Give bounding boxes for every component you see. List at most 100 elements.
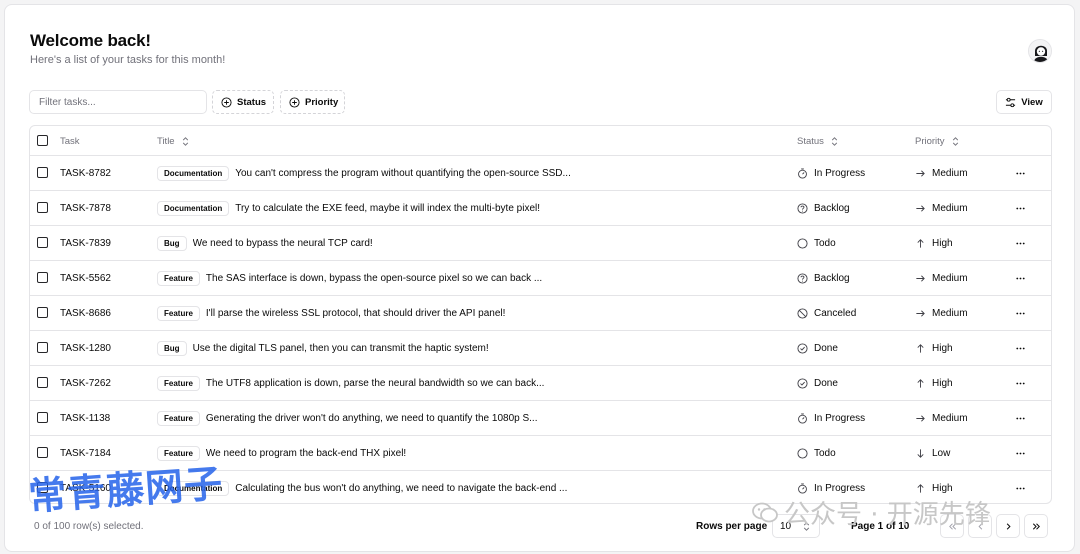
task-status: Done — [797, 331, 838, 365]
task-title-cell: Feature I'll parse the wireless SSL proto… — [157, 296, 505, 330]
more-horizontal-icon — [1015, 273, 1026, 284]
task-priority-label: Medium — [932, 307, 968, 319]
view-options-button[interactable]: View — [996, 90, 1052, 114]
column-header-title[interactable]: Title — [157, 126, 191, 156]
last-page-button[interactable] — [1024, 514, 1048, 538]
task-status-label: Backlog — [814, 272, 850, 284]
task-priority-label: Medium — [932, 412, 968, 424]
column-header-priority-label: Priority — [915, 135, 945, 147]
task-priority: Low — [915, 436, 950, 470]
row-actions-button[interactable] — [1010, 480, 1030, 496]
task-priority: High — [915, 331, 953, 365]
task-priority-label: High — [932, 482, 953, 494]
row-actions-button[interactable] — [1010, 165, 1030, 181]
question-circle-icon — [797, 202, 808, 214]
column-header-status[interactable]: Status — [797, 126, 840, 156]
task-priority: High — [915, 366, 953, 400]
table-row[interactable]: TASK-8782 Documentation You can't compress… — [30, 156, 1051, 191]
row-checkbox[interactable] — [37, 307, 48, 318]
avatar[interactable] — [1028, 39, 1052, 63]
task-label-badge: Feature — [157, 305, 200, 321]
timer-icon — [797, 412, 808, 424]
table-row[interactable]: TASK-5562 Feature The SAS interface is dow… — [30, 261, 1051, 296]
task-status: Done — [797, 366, 838, 400]
rows-per-page-select[interactable]: 10 — [772, 514, 820, 538]
task-priority: High — [915, 226, 953, 260]
timer-icon — [797, 167, 808, 179]
task-title-cell: Documentation You can't compress the prog… — [157, 156, 571, 190]
row-checkbox[interactable] — [37, 447, 48, 458]
column-header-task: Task — [60, 126, 80, 156]
task-id: TASK-7184 — [60, 447, 111, 459]
rows-per-page-value: 10 — [780, 520, 792, 532]
row-checkbox[interactable] — [37, 167, 48, 178]
row-checkbox[interactable] — [37, 202, 48, 213]
task-label-badge: Documentation — [157, 200, 230, 216]
rows-per-page-label: Rows per page — [696, 521, 768, 532]
row-actions-button[interactable] — [1010, 305, 1030, 321]
select-all-checkbox[interactable] — [37, 135, 48, 146]
filter-tasks-input[interactable] — [29, 90, 207, 114]
task-priority-label: High — [932, 237, 953, 249]
row-checkbox[interactable] — [37, 412, 48, 423]
task-priority: Medium — [915, 156, 968, 190]
table-row[interactable]: TASK-7878 Documentation Try to calculate t… — [30, 191, 1051, 226]
next-page-button[interactable] — [996, 514, 1020, 538]
chevrons-left-icon — [947, 521, 958, 532]
row-actions-button[interactable] — [1010, 235, 1030, 251]
table-row[interactable]: TASK-8686 Feature I'll parse the wireless … — [30, 296, 1051, 331]
more-horizontal-icon — [1015, 238, 1026, 249]
more-horizontal-icon — [1015, 203, 1026, 214]
row-actions-button[interactable] — [1010, 270, 1030, 286]
row-actions-button[interactable] — [1010, 410, 1030, 426]
circle-icon — [797, 237, 808, 249]
row-checkbox[interactable] — [37, 482, 48, 493]
column-header-status-label: Status — [797, 135, 824, 147]
row-actions-button[interactable] — [1010, 340, 1030, 356]
table-row[interactable]: TASK-5160 Documentation Calculating the bu… — [30, 471, 1051, 503]
task-title-cell: Documentation Try to calculate the EXE fe… — [157, 191, 540, 225]
first-page-button[interactable] — [940, 514, 964, 538]
row-checkbox[interactable] — [37, 342, 48, 353]
table-row[interactable]: TASK-1138 Feature Generating the driver wo… — [30, 401, 1051, 436]
task-label-badge: Feature — [157, 410, 200, 426]
row-checkbox[interactable] — [37, 377, 48, 388]
sort-icon — [180, 136, 191, 147]
task-id: TASK-7839 — [60, 237, 111, 249]
task-title: Generating the driver won't do anything,… — [205, 412, 538, 424]
task-priority-label: High — [932, 342, 953, 354]
task-title-cell: Feature The SAS interface is down, bypass… — [157, 261, 542, 295]
table-row[interactable]: TASK-7262 Feature The UTF8 application is … — [30, 366, 1051, 401]
more-horizontal-icon — [1015, 483, 1026, 494]
column-header-task-label: Task — [60, 135, 80, 147]
table-header: Task Title Status Priority — [30, 126, 1051, 156]
task-id: TASK-7262 — [60, 377, 111, 389]
table-row[interactable]: TASK-7184 Feature We need to program the b… — [30, 436, 1051, 471]
table-row[interactable]: TASK-7839 Bug We need to bypass the neural… — [30, 226, 1051, 261]
row-actions-button[interactable] — [1010, 445, 1030, 461]
table-row[interactable]: TASK-1280 Bug Use the digital TLS panel, t… — [30, 331, 1051, 366]
view-options-label: View — [1021, 96, 1043, 108]
task-priority: Medium — [915, 401, 968, 435]
more-horizontal-icon — [1015, 343, 1026, 354]
priority-filter-button[interactable]: Priority — [280, 90, 345, 114]
task-label-badge: Documentation — [157, 480, 230, 496]
arrow-down-icon — [915, 448, 926, 459]
row-actions-button[interactable] — [1010, 200, 1030, 216]
task-status-label: In Progress — [814, 167, 866, 179]
status-filter-button[interactable]: Status — [212, 90, 274, 114]
chevron-right-icon — [1003, 521, 1014, 532]
page-subtitle: Here's a list of your tasks for this mon… — [30, 54, 226, 66]
task-title-cell: Documentation Calculating the bus won't d… — [157, 471, 567, 503]
row-checkbox[interactable] — [37, 237, 48, 248]
arrow-up-icon — [915, 483, 926, 494]
plus-circle-icon — [289, 96, 300, 108]
row-actions-button[interactable] — [1010, 375, 1030, 391]
column-header-priority[interactable]: Priority — [915, 126, 961, 156]
sort-icon — [829, 136, 840, 147]
arrow-up-icon — [915, 343, 926, 354]
arrow-right-icon — [915, 413, 926, 424]
circle-icon — [797, 447, 808, 459]
row-checkbox[interactable] — [37, 272, 48, 283]
previous-page-button[interactable] — [968, 514, 992, 538]
